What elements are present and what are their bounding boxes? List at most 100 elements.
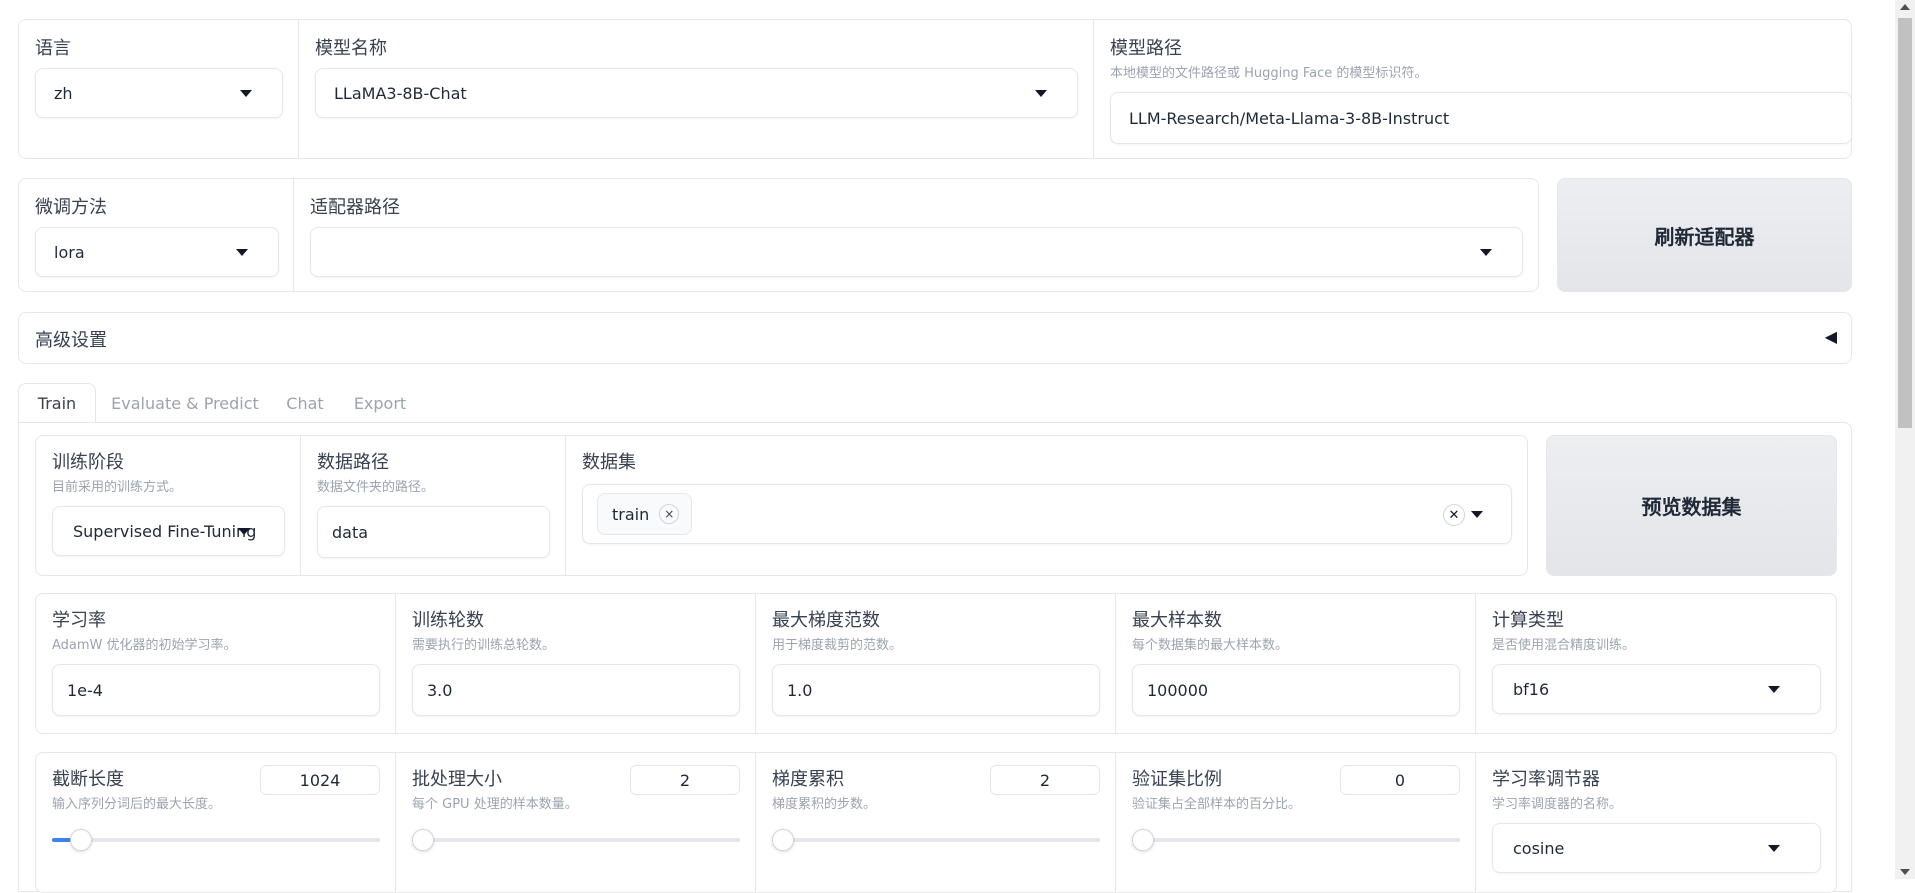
epochs-value: 3.0 xyxy=(427,680,453,700)
grad-accum-label: 梯度累积 xyxy=(772,769,844,790)
scroll-up-arrow-icon[interactable] xyxy=(1900,4,1910,10)
model-settings-panel: 语言 zh 模型名称 LLaMA3-8B-Chat 模型路径 本地模型的文件路径… xyxy=(18,19,1852,159)
finetune-method-dropdown[interactable]: lora xyxy=(35,227,279,277)
page-scrollbar[interactable] xyxy=(1895,0,1915,879)
slider-track xyxy=(1132,838,1460,842)
model-name-dropdown[interactable]: LLaMA3-8B-Chat xyxy=(315,68,1078,118)
hyperparameters-panel: 学习率 AdamW 优化器的初始学习率。 1e-4 训练轮数 需要执行的训练总轮… xyxy=(35,593,1837,734)
grad-accum-slider[interactable] xyxy=(772,829,1100,851)
chevron-down-icon xyxy=(236,249,248,256)
lr-scheduler-label: 学习率调节器 xyxy=(1492,769,1600,790)
chevron-down-icon xyxy=(1471,511,1483,518)
model-path-cell: 模型路径 本地模型的文件路径或 Hugging Face 的模型标识符。 LLM… xyxy=(1094,20,1852,158)
dataset-tag-label: train xyxy=(612,504,650,524)
grad-accum-info: 梯度累积的步数。 xyxy=(772,797,877,812)
max-samples-label: 最大样本数 xyxy=(1132,610,1222,631)
model-path-info: 本地模型的文件路径或 Hugging Face 的模型标识符。 xyxy=(1110,66,1428,81)
chevron-down-icon xyxy=(1768,845,1780,852)
epochs-label: 训练轮数 xyxy=(412,610,484,631)
advanced-settings-label: 高级设置 xyxy=(35,330,107,351)
refresh-adapters-button[interactable]: 刷新适配器 xyxy=(1557,178,1852,292)
max-grad-norm-info: 用于梯度裁剪的范数。 xyxy=(772,638,903,653)
adapter-path-label: 适配器路径 xyxy=(310,197,400,218)
cutoff-length-slider[interactable] xyxy=(52,829,380,851)
slider-track xyxy=(772,838,1100,842)
val-size-slider[interactable] xyxy=(1132,829,1460,851)
learning-rate-info: AdamW 优化器的初始学习率。 xyxy=(52,638,237,653)
lr-scheduler-value: cosine xyxy=(1513,838,1565,858)
batch-size-label: 批处理大小 xyxy=(412,769,502,790)
chevron-down-icon xyxy=(1480,249,1492,256)
chevron-down-icon xyxy=(238,528,250,535)
data-dir-cell: 数据路径 数据文件夹的路径。 data xyxy=(301,436,566,575)
compute-type-label: 计算类型 xyxy=(1492,610,1564,631)
tab-train[interactable]: Train xyxy=(18,383,96,423)
val-size-cell: 验证集比例 0 验证集占全部样本的百分比。 xyxy=(1116,753,1476,892)
max-samples-input[interactable]: 100000 xyxy=(1132,664,1460,716)
advanced-settings-accordion[interactable]: 高级设置 ◀ xyxy=(18,312,1852,364)
learning-rate-cell: 学习率 AdamW 优化器的初始学习率。 1e-4 xyxy=(36,594,396,733)
training-stage-info: 目前采用的训练方式。 xyxy=(52,480,183,495)
slider-track xyxy=(52,838,380,842)
preview-dataset-button[interactable]: 预览数据集 xyxy=(1546,435,1837,576)
slider-track xyxy=(412,838,740,842)
compute-type-dropdown[interactable]: bf16 xyxy=(1492,664,1821,714)
data-dir-value: data xyxy=(332,522,369,542)
scrollbar-thumb[interactable] xyxy=(1898,18,1912,428)
tag-remove-icon[interactable]: × xyxy=(659,504,680,524)
compute-type-cell: 计算类型 是否使用混合精度训练。 bf16 xyxy=(1476,594,1836,733)
adapter-settings-panel: 微调方法 lora 适配器路径 xyxy=(18,178,1539,292)
val-size-number[interactable]: 0 xyxy=(1340,765,1460,795)
max-grad-norm-input[interactable]: 1.0 xyxy=(772,664,1100,716)
model-path-input[interactable]: LLM-Research/Meta-Llama-3-8B-Instruct xyxy=(1110,92,1852,144)
scroll-down-arrow-icon[interactable] xyxy=(1900,869,1910,875)
batch-size-number[interactable]: 2 xyxy=(630,765,740,795)
grad-accum-number[interactable]: 2 xyxy=(990,765,1100,795)
data-dir-input[interactable]: data xyxy=(317,506,550,558)
clear-selection-icon[interactable]: ✕ xyxy=(1443,504,1465,526)
max-grad-norm-value: 1.0 xyxy=(787,680,813,700)
batch-size-slider[interactable] xyxy=(412,829,740,851)
tab-export[interactable]: Export xyxy=(350,383,410,423)
dataset-tag: train × xyxy=(597,493,693,535)
training-stage-label: 训练阶段 xyxy=(52,452,124,473)
adapter-path-dropdown[interactable] xyxy=(310,227,1523,277)
max-samples-value: 100000 xyxy=(1147,680,1209,700)
lr-scheduler-info: 学习率调度器的名称。 xyxy=(1492,797,1623,812)
tab-chat[interactable]: Chat xyxy=(280,383,330,423)
model-name-cell: 模型名称 LLaMA3-8B-Chat xyxy=(299,20,1094,158)
dataset-multiselect[interactable]: train × ✕ xyxy=(582,484,1512,544)
finetune-method-label: 微调方法 xyxy=(35,197,107,218)
batch-size-cell: 批处理大小 2 每个 GPU 处理的样本数量。 xyxy=(396,753,756,892)
language-label: 语言 xyxy=(35,38,71,59)
cutoff-length-cell: 截断长度 1024 输入序列分词后的最大长度。 xyxy=(36,753,396,892)
slider-thumb[interactable] xyxy=(1132,829,1154,851)
training-stage-value: Supervised Fine-Tuning xyxy=(73,521,257,541)
epochs-input[interactable]: 3.0 xyxy=(412,664,740,716)
cutoff-length-number[interactable]: 1024 xyxy=(260,765,380,795)
learning-rate-input[interactable]: 1e-4 xyxy=(52,664,380,716)
max-samples-info: 每个数据集的最大样本数。 xyxy=(1132,638,1289,653)
slider-thumb[interactable] xyxy=(70,829,93,851)
finetune-method-cell: 微调方法 lora xyxy=(19,179,294,291)
grad-accum-cell: 梯度累积 2 梯度累积的步数。 xyxy=(756,753,1116,892)
chevron-down-icon xyxy=(240,90,252,97)
chevron-down-icon xyxy=(1768,686,1780,693)
max-grad-norm-label: 最大梯度范数 xyxy=(772,610,880,631)
tab-evaluate-predict[interactable]: Evaluate & Predict xyxy=(110,383,260,423)
slider-thumb[interactable] xyxy=(772,829,794,851)
training-stage-dropdown[interactable]: Supervised Fine-Tuning xyxy=(52,506,285,556)
cutoff-length-info: 输入序列分词后的最大长度。 xyxy=(52,797,222,812)
training-stage-cell: 训练阶段 目前采用的训练方式。 Supervised Fine-Tuning xyxy=(36,436,301,575)
model-name-label: 模型名称 xyxy=(315,38,387,59)
train-tab-content: 训练阶段 目前采用的训练方式。 Supervised Fine-Tuning 数… xyxy=(18,422,1852,893)
batch-size-info: 每个 GPU 处理的样本数量。 xyxy=(412,797,578,812)
val-size-label: 验证集比例 xyxy=(1132,769,1222,790)
max-samples-cell: 最大样本数 每个数据集的最大样本数。 100000 xyxy=(1116,594,1476,733)
dataset-label: 数据集 xyxy=(582,452,636,473)
language-dropdown[interactable]: zh xyxy=(35,68,283,118)
slider-thumb[interactable] xyxy=(412,829,434,851)
lr-scheduler-dropdown[interactable]: cosine xyxy=(1492,823,1821,873)
epochs-cell: 训练轮数 需要执行的训练总轮数。 3.0 xyxy=(396,594,756,733)
dataset-cell: 数据集 train × ✕ xyxy=(566,436,1527,575)
